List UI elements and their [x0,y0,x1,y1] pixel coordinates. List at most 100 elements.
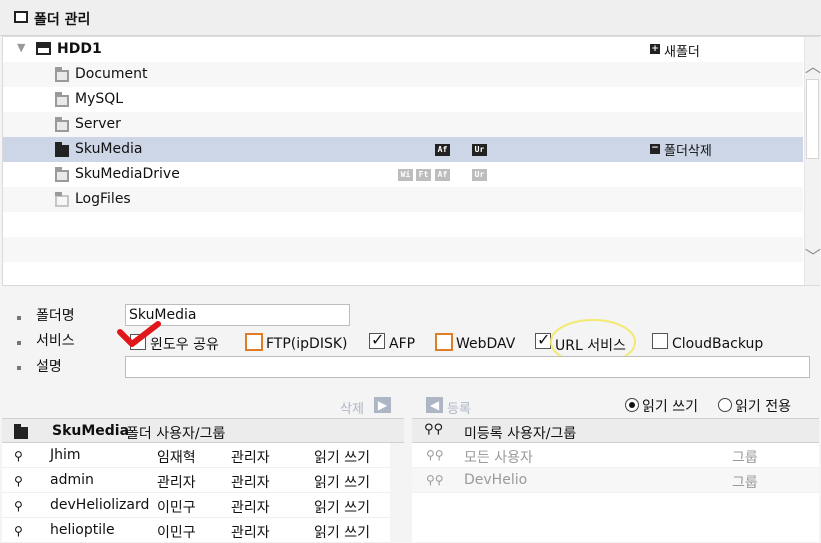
tree-item-label: Document [75,66,148,82]
group-type: 그룹 [732,450,758,466]
afp-badge-icon: Af [435,169,450,181]
folder-icon [55,192,69,207]
afp-checkbox[interactable]: ✓ [369,330,385,349]
user-icon: ⚲ [14,449,23,463]
url-badge-icon: Ur [472,169,487,181]
read-only-label: 읽기 전용 [735,399,791,415]
read-write-radio[interactable] [625,398,639,412]
scroll-down-icon[interactable]: ﹀ [805,243,821,267]
scroll-up-icon[interactable]: ︿ [805,53,821,77]
service-label: 서비스 [36,333,75,349]
bullet [17,341,21,345]
user-permission: 읽기 쓰기 [314,525,370,541]
tree-item-label: MySQL [75,91,124,107]
tree-empty-row [3,237,803,262]
drive-icon [36,42,51,55]
title-bar: 폴더 관리 [0,0,821,36]
table-row[interactable]: ⚲⚲ DevHelio 그룹 [412,468,819,493]
tree-root-row[interactable]: ▼ HDD1 + 새폴더 [3,37,803,62]
folder-name-label: 폴더명 [36,308,75,324]
read-write-label: 읽기 쓰기 [642,399,698,415]
user-permission: 읽기 쓰기 [314,475,370,491]
user-real-name: 이민구 [157,525,196,541]
windows-badge-icon: Wi [398,169,413,181]
webdav-label: WebDAV [456,336,516,352]
user-role: 관리자 [231,450,270,466]
user-real-name: 관리자 [157,475,196,491]
plus-icon[interactable]: + [650,44,660,54]
arrow-left-icon[interactable]: ◀ [426,397,443,413]
bullet [17,316,21,320]
ftp-badge-icon: Ft [416,169,431,181]
tree-item-skumedia[interactable]: SkuMedia Af Ur − 폴더삭제 [3,137,803,162]
scrollbar-thumb[interactable] [806,79,819,159]
panel-title: 폴더 사용자/그룹 [126,426,226,442]
panel-folder-name: SkuMedia [52,423,130,439]
tree-item-skumediadrive[interactable]: SkuMediaDrive Wi Ft Af Ur [3,162,803,187]
table-row[interactable]: ⚲ admin 관리자 관리자 읽기 쓰기 [2,468,390,493]
tree-item-server[interactable]: Server [3,112,803,137]
tree-item-label: LogFiles [75,191,131,207]
url-badge-icon: Ur [472,144,487,156]
cloudbackup-checkbox[interactable] [652,333,668,349]
tree-item-mysql[interactable]: MySQL [3,87,803,112]
table-row[interactable]: ⚲⚲ 모든 사용자 그룹 [412,443,819,468]
minus-icon[interactable]: − [650,144,660,154]
description-label: 설명 [36,359,62,375]
user-name: devHeliolizard [50,497,150,513]
ftp-label: FTP(ipDISK) [266,336,348,352]
folder-manage-icon [14,11,28,23]
register-user-button[interactable]: 등록 [447,398,471,417]
cloudbackup-label: CloudBackup [672,336,764,352]
tree-item-label: SkuMedia [75,141,143,157]
user-icon: ⚲ [14,499,23,513]
tree-item-logfiles[interactable]: LogFiles [3,187,803,212]
delete-user-button[interactable]: 삭제 [340,398,364,417]
user-name: helioptile [50,522,115,538]
tree-empty-row [3,212,803,237]
group-name: DevHelio [464,472,528,488]
folder-icon [55,67,69,82]
tree-root-label: HDD1 [57,41,102,57]
group-icon: ⚲⚲ [424,422,444,437]
table-row[interactable]: ⚲ devHeliolizard 이민구 관리자 읽기 쓰기 [2,493,390,518]
folder-users-header: SkuMedia 폴더 사용자/그룹 [2,418,404,443]
arrow-right-icon[interactable]: ▶ [374,397,391,413]
folder-users-list: ⚲ Jhim 임재혁 관리자 읽기 쓰기 ⚲ admin 관리자 관리자 읽기 … [2,443,390,543]
user-permission: 읽기 쓰기 [314,450,370,466]
page-title: 폴더 관리 [34,12,91,28]
user-role: 관리자 [231,500,270,516]
ftp-checkbox[interactable] [245,333,263,351]
description-input[interactable] [125,356,810,378]
group-icon: ⚲⚲ [426,448,444,462]
user-icon: ⚲ [14,524,23,538]
tree-item-label: SkuMediaDrive [75,166,180,182]
delete-folder-button[interactable]: 폴더삭제 [664,140,712,159]
webdav-checkbox[interactable] [435,333,453,351]
user-real-name: 임재혁 [157,450,196,466]
table-row[interactable]: ⚲ Jhim 임재혁 관리자 읽기 쓰기 [2,443,390,468]
user-icon: ⚲ [14,474,23,488]
tree-item-label: Server [75,116,121,132]
tree-item-document[interactable]: Document [3,62,803,87]
tree-scrollbar[interactable]: ︿ ﹀ [804,37,821,285]
group-type: 그룹 [732,475,758,491]
unregistered-users-list: ⚲⚲ 모든 사용자 그룹 ⚲⚲ DevHelio 그룹 [412,443,819,542]
folder-tree: ▼ HDD1 + 새폴더 Document MySQL Server SkuMe… [2,36,821,286]
user-permission: 읽기 쓰기 [314,500,370,516]
red-check-annotation [117,321,161,347]
read-only-radio[interactable] [718,398,732,412]
folder-icon [14,424,28,439]
folder-icon [55,117,69,132]
user-name: Jhim [50,447,81,463]
group-icon: ⚲⚲ [426,473,444,487]
table-row[interactable]: ⚲ helioptile 이민구 관리자 읽기 쓰기 [2,518,390,543]
bullet [17,366,21,370]
unregistered-users-header: ⚲⚲ 미등록 사용자/그룹 [412,418,819,443]
user-role: 관리자 [231,525,270,541]
folder-open-icon [55,142,69,157]
folder-icon [55,167,69,182]
folder-icon [55,92,69,107]
new-folder-button[interactable]: 새폴더 [664,41,700,60]
collapse-triangle-icon[interactable]: ▼ [17,41,25,54]
